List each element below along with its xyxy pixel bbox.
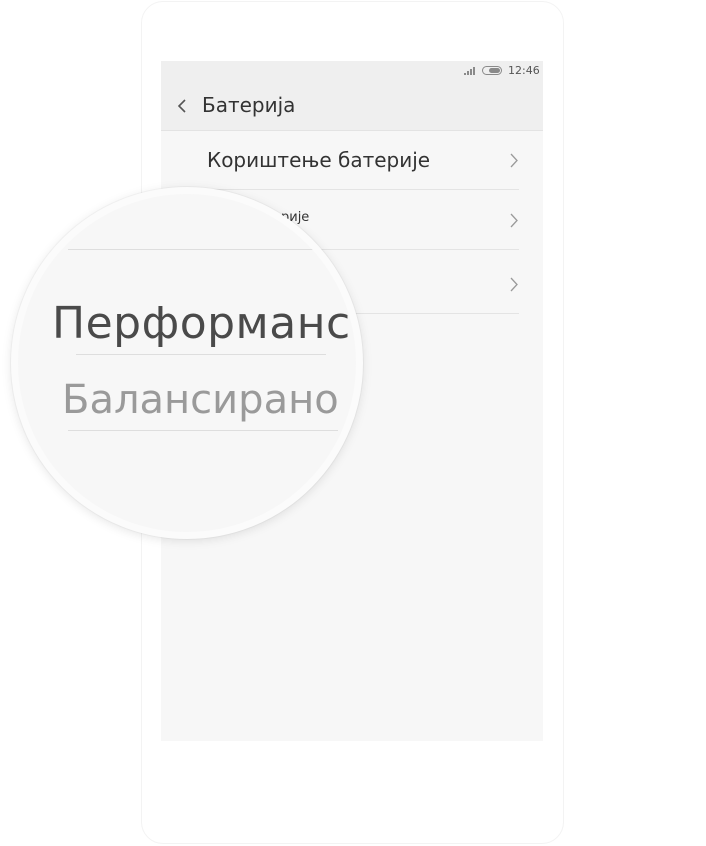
status-time: 12:46 [508, 64, 540, 77]
list-item-label: Кориштење батерије [207, 148, 431, 172]
list-item-battery-usage[interactable]: Кориштење батерије [161, 131, 543, 190]
battery-icon [482, 66, 502, 75]
divider [76, 354, 326, 355]
chevron-right-icon [510, 153, 518, 168]
signal-icon [464, 67, 475, 75]
magnified-subtitle: Балансирано [62, 377, 339, 423]
header-bar: Батерија [161, 81, 543, 131]
page-title: Батерија [202, 93, 296, 117]
status-bar: 12:46 [161, 61, 543, 81]
chevron-right-icon [510, 213, 518, 228]
back-arrow-icon[interactable] [176, 98, 188, 114]
divider [68, 430, 338, 431]
stage: 12:46 Батерија Кориштење батерије ерије [0, 0, 706, 846]
divider [68, 249, 328, 250]
magnifier-lens: Перформансе Балансирано [11, 187, 363, 539]
magnified-title: Перформансе [52, 298, 363, 349]
chevron-right-icon [510, 277, 518, 292]
